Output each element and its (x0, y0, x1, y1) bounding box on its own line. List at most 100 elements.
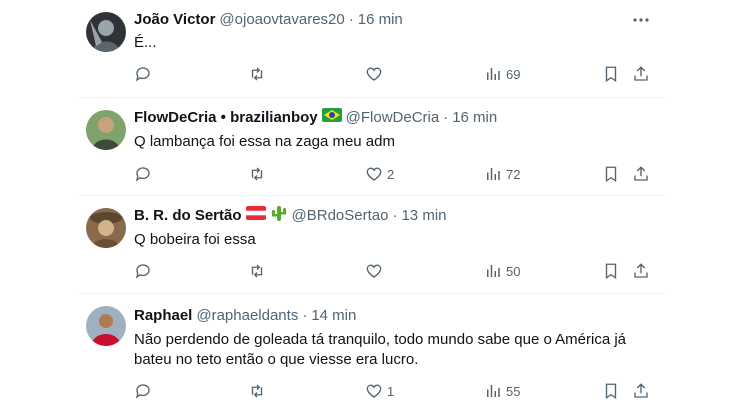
separator: · (348, 11, 354, 28)
tweet-text-line: bateu no teto então o que viesse era luc… (134, 351, 419, 368)
like-count: 1 (387, 383, 395, 399)
repost-icon (251, 67, 263, 81)
repost-icon (251, 264, 263, 278)
avatar-image (86, 306, 126, 346)
avatar[interactable] (86, 208, 126, 248)
action-bar: 1 55 (134, 381, 654, 401)
views-button[interactable]: 69 (484, 64, 520, 84)
bookmark-icon (605, 66, 617, 83)
views-button[interactable]: 50 (484, 261, 520, 281)
views-button[interactable]: 72 (484, 164, 520, 184)
timestamp[interactable]: 16 min (358, 10, 403, 30)
like-button[interactable] (365, 261, 387, 281)
display-name[interactable]: João Victor (134, 10, 215, 30)
like-button[interactable]: 2 (365, 164, 394, 184)
action-bar: 50 (134, 261, 654, 281)
repost-button[interactable] (248, 164, 270, 184)
bookmark-button[interactable] (602, 261, 620, 281)
repost-icon (251, 384, 263, 398)
tweet-4[interactable]: Raphael @raphaeldants · 14 min Não perde… (78, 294, 665, 416)
handle[interactable]: @raphaeldants (196, 306, 298, 326)
like-button[interactable] (365, 64, 387, 84)
views-count: 55 (506, 383, 521, 399)
timestamp[interactable]: 16 min (452, 108, 497, 128)
bookmark-icon (605, 383, 617, 400)
handle[interactable]: @FlowDeCria (346, 108, 440, 128)
brazil-flag-icon (321, 108, 342, 128)
reply-icon (135, 384, 150, 399)
repost-button[interactable] (248, 261, 270, 281)
timestamp[interactable]: 13 min (401, 206, 446, 226)
separator: · (443, 109, 449, 126)
timestamp[interactable]: 14 min (311, 306, 356, 326)
like-button[interactable]: 1 (365, 381, 394, 401)
avatar[interactable] (86, 12, 126, 52)
avatar[interactable] (86, 306, 126, 346)
separator: · (302, 307, 308, 324)
tweet-feed: João Victor @ojoaovtavares20 · 16 min É.… (78, 0, 665, 416)
tweet-text: Não perdendo de goleada tá tranquilo, to… (134, 330, 654, 370)
bookmark-icon (605, 263, 617, 280)
like-icon (366, 67, 382, 81)
views-icon (487, 265, 500, 277)
avatar[interactable] (86, 110, 126, 150)
avatar-image (86, 12, 126, 52)
share-button[interactable] (632, 381, 650, 401)
tweet-header: B. R. do Sertão @BRdoSertao · 13 min (134, 206, 447, 226)
like-icon (366, 167, 382, 181)
reply-button[interactable] (134, 164, 156, 184)
views-icon (487, 168, 500, 180)
share-button[interactable] (632, 164, 650, 184)
views-count: 72 (506, 166, 521, 182)
separator: · (392, 207, 398, 224)
views-icon (487, 68, 500, 80)
share-button[interactable] (632, 64, 650, 84)
bookmark-button[interactable] (602, 64, 620, 84)
share-button[interactable] (632, 261, 650, 281)
display-name[interactable]: Raphael (134, 306, 192, 326)
tweet-header: Raphael @raphaeldants · 14 min (134, 306, 356, 326)
like-icon (366, 264, 382, 278)
reply-button[interactable] (134, 381, 156, 401)
action-bar: 2 72 (134, 164, 654, 184)
display-name[interactable]: B. R. do Sertão (134, 206, 242, 226)
tweet-text: É... (134, 34, 157, 51)
more-icon[interactable] (631, 10, 651, 30)
handle[interactable]: @BRdoSertao (292, 206, 389, 226)
tweet-text-line: Não perdendo de goleada tá tranquilo, to… (134, 331, 627, 348)
tweet-3[interactable]: B. R. do Sertão @BRdoSertao · 13 min Q b… (78, 196, 665, 294)
tweet-header: João Victor @ojoaovtavares20 · 16 min (134, 10, 403, 30)
bookmark-icon (605, 166, 617, 183)
reply-icon (135, 167, 150, 182)
like-icon (366, 384, 382, 398)
views-button[interactable]: 55 (484, 381, 520, 401)
handle[interactable]: @ojoaovtavares20 (219, 10, 344, 30)
share-icon (634, 166, 648, 181)
repost-icon (251, 167, 263, 181)
repost-button[interactable] (248, 64, 270, 84)
views-icon (487, 385, 500, 397)
share-icon (634, 66, 648, 81)
reply-button[interactable] (134, 64, 156, 84)
action-bar: 69 (134, 64, 654, 84)
share-icon (634, 263, 648, 278)
tweet-text: Q bobeira foi essa (134, 231, 256, 248)
bookmark-button[interactable] (602, 164, 620, 184)
tweet-1[interactable]: João Victor @ojoaovtavares20 · 16 min É.… (78, 0, 665, 98)
reply-button[interactable] (134, 261, 156, 281)
reply-icon (135, 264, 150, 279)
tweet-text: Q lambança foi essa na zaga meu adm (134, 133, 395, 150)
tweet-2[interactable]: FlowDeCria • brazilianboy @FlowDeCria · … (78, 98, 665, 196)
views-count: 50 (506, 263, 521, 279)
views-count: 69 (506, 66, 521, 82)
reply-icon (135, 67, 150, 82)
repost-button[interactable] (248, 381, 270, 401)
bookmark-button[interactable] (602, 381, 620, 401)
like-count: 2 (387, 166, 395, 182)
tweet-header: FlowDeCria • brazilianboy @FlowDeCria · … (134, 108, 497, 128)
cactus-icon (270, 204, 288, 228)
austria-flag-icon (245, 206, 266, 226)
display-name[interactable]: FlowDeCria • brazilianboy (134, 108, 318, 128)
share-icon (634, 383, 648, 398)
avatar-image (86, 110, 126, 150)
